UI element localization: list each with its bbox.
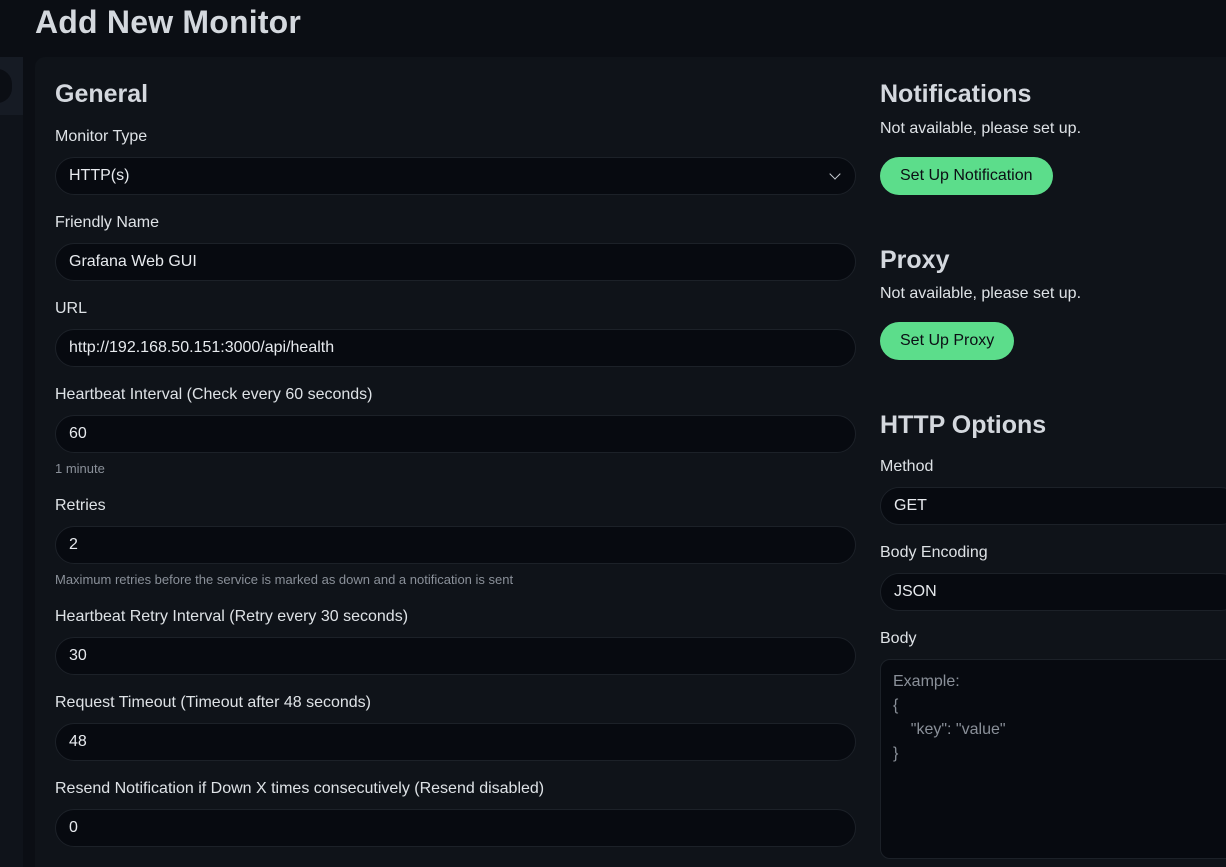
page-header: Add New Monitor (0, 0, 1226, 57)
resend-label: Resend Notification if Down X times cons… (55, 780, 545, 797)
method-select[interactable]: GET (880, 487, 1226, 525)
general-section-title: General (55, 80, 149, 108)
sidebar-toggle[interactable] (0, 69, 12, 103)
url-label: URL (55, 300, 88, 317)
body-encoding-label: Body Encoding (880, 544, 988, 561)
retry-interval-label: Heartbeat Retry Interval (Retry every 30… (55, 608, 409, 625)
monitor-type-label: Monitor Type (55, 128, 148, 145)
url-input[interactable]: http://192.168.50.151:3000/api/health (55, 329, 856, 367)
http-options-section-title: HTTP Options (880, 411, 1047, 439)
chevron-down-icon (829, 168, 841, 180)
monitor-type-value: HTTP(s) (69, 167, 130, 184)
sidebar-top (0, 57, 23, 115)
monitor-type-select[interactable]: HTTP(s) (55, 157, 856, 195)
heartbeat-interval-input[interactable]: 60 (55, 415, 856, 453)
setup-proxy-button[interactable]: Set Up Proxy (880, 322, 1015, 360)
setup-notification-button[interactable]: Set Up Notification (880, 157, 1053, 195)
proxy-note: Not available, please set up. (880, 285, 1082, 302)
notifications-note: Not available, please set up. (880, 120, 1082, 137)
body-encoding-select[interactable]: JSON (880, 573, 1226, 611)
method-label: Method (880, 458, 934, 475)
retry-interval-input[interactable]: 30 (55, 637, 856, 675)
request-timeout-input[interactable]: 48 (55, 723, 856, 761)
retries-label: Retries (55, 497, 106, 514)
retries-input[interactable]: 2 (55, 526, 856, 564)
sidebar-strip (0, 57, 23, 867)
body-label: Body (880, 630, 917, 647)
proxy-section-title: Proxy (880, 246, 950, 274)
heartbeat-interval-hint: 1 minute (55, 461, 105, 476)
resend-input[interactable]: 0 (55, 809, 856, 847)
friendly-name-label: Friendly Name (55, 214, 160, 231)
friendly-name-input[interactable]: Grafana Web GUI (55, 243, 856, 281)
page-title: Add New Monitor (35, 4, 302, 40)
retries-hint: Maximum retries before the service is ma… (55, 572, 514, 587)
request-timeout-label: Request Timeout (Timeout after 48 second… (55, 694, 371, 711)
notifications-section-title: Notifications (880, 80, 1032, 108)
body-textarea[interactable]: Example: { "key": "value" } (880, 659, 1226, 859)
heartbeat-interval-label: Heartbeat Interval (Check every 60 secon… (55, 386, 373, 403)
